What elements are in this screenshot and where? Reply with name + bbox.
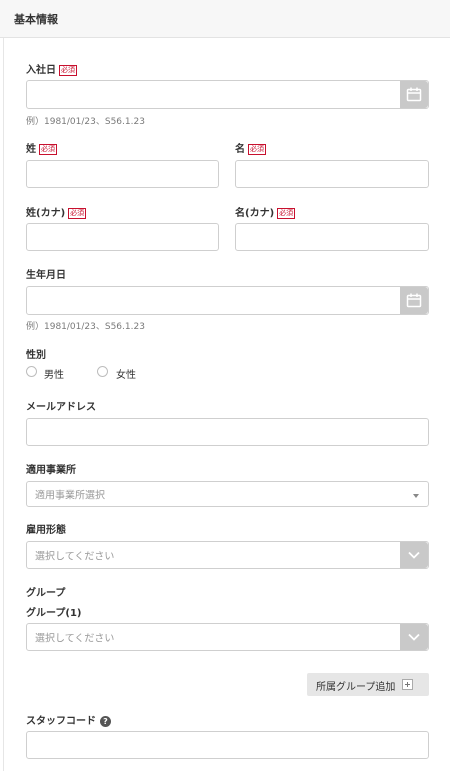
required-badge: 必須 — [59, 64, 77, 76]
plus-icon — [402, 679, 413, 690]
group-placeholder: 選択してください — [35, 633, 115, 645]
employment-type-placeholder: 選択してください — [35, 551, 115, 563]
section-title: 基本情報 — [14, 13, 58, 26]
question-circle-icon[interactable]: ? — [100, 715, 111, 727]
last-name-kana-label: 姓(カナ) 必須 — [26, 204, 87, 219]
last-name-kana-label-text: 姓(カナ) — [26, 208, 66, 219]
last-name-kana-input[interactable] — [26, 223, 219, 251]
first-name-input[interactable] — [235, 160, 429, 188]
birth-date-hint: 例）1981/01/23、S56.1.23 — [26, 322, 145, 332]
hire-date-label: 入社日 必須 — [26, 61, 77, 76]
caret-down-icon — [413, 494, 419, 498]
first-name-kana-label-text: 名(カナ) — [235, 208, 275, 219]
hire-date-hint: 例）1981/01/23、S56.1.23 — [26, 117, 145, 127]
add-group-button-label: 所属グループ追加 — [316, 682, 396, 693]
group-select[interactable]: 選択してください — [26, 623, 429, 651]
required-badge: 必須 — [277, 207, 296, 219]
group-dropdown-button[interactable] — [400, 624, 428, 650]
required-badge: 必須 — [68, 207, 87, 219]
office-label: 適用事業所 — [26, 465, 76, 476]
staff-code-label-text: スタッフコード — [26, 716, 96, 727]
required-badge: 必須 — [39, 143, 57, 155]
email-label: メールアドレス — [26, 402, 96, 413]
card-border — [3, 38, 4, 771]
first-name-kana-input[interactable] — [235, 223, 429, 251]
birth-date-label: 生年月日 — [26, 270, 66, 281]
required-badge: 必須 — [248, 143, 266, 155]
gender-female-radio[interactable] — [97, 366, 108, 377]
gender-male-radio[interactable] — [26, 366, 37, 377]
gender-female-label: 女性 — [116, 370, 136, 381]
group-sub-label: グループ(1) — [26, 608, 82, 619]
first-name-label: 名必須 — [235, 140, 266, 155]
first-name-kana-label: 名(カナ) 必須 — [235, 204, 296, 219]
calendar-icon — [406, 293, 422, 308]
last-name-label: 姓必須 — [26, 140, 57, 155]
staff-code-label: スタッフコード? — [26, 712, 111, 727]
employment-type-label: 雇用形態 — [26, 525, 66, 536]
birth-date-input[interactable] — [26, 286, 429, 315]
office-select[interactable]: 適用事業所選択 — [26, 481, 429, 507]
last-name-input[interactable] — [26, 160, 219, 188]
staff-code-input[interactable] — [26, 731, 429, 759]
section-header: 基本情報 — [0, 0, 450, 38]
hire-date-label-text: 入社日 — [26, 65, 56, 76]
email-input[interactable] — [26, 418, 429, 446]
birth-date-calendar-button[interactable] — [400, 287, 428, 314]
add-group-button[interactable]: 所属グループ追加 — [307, 673, 429, 696]
calendar-icon — [406, 87, 422, 102]
hire-date-calendar-button[interactable] — [400, 81, 428, 108]
office-select-placeholder: 適用事業所選択 — [35, 490, 105, 502]
gender-label: 性別 — [26, 350, 46, 361]
chevron-down-icon — [408, 551, 420, 559]
employment-type-dropdown-button[interactable] — [400, 542, 428, 568]
first-name-label-text: 名 — [235, 144, 245, 155]
group-label: グループ — [26, 588, 66, 599]
chevron-down-icon — [408, 633, 420, 641]
hire-date-input[interactable] — [26, 80, 429, 109]
gender-male-label: 男性 — [44, 370, 64, 381]
last-name-label-text: 姓 — [26, 144, 36, 155]
employment-type-select[interactable]: 選択してください — [26, 541, 429, 569]
